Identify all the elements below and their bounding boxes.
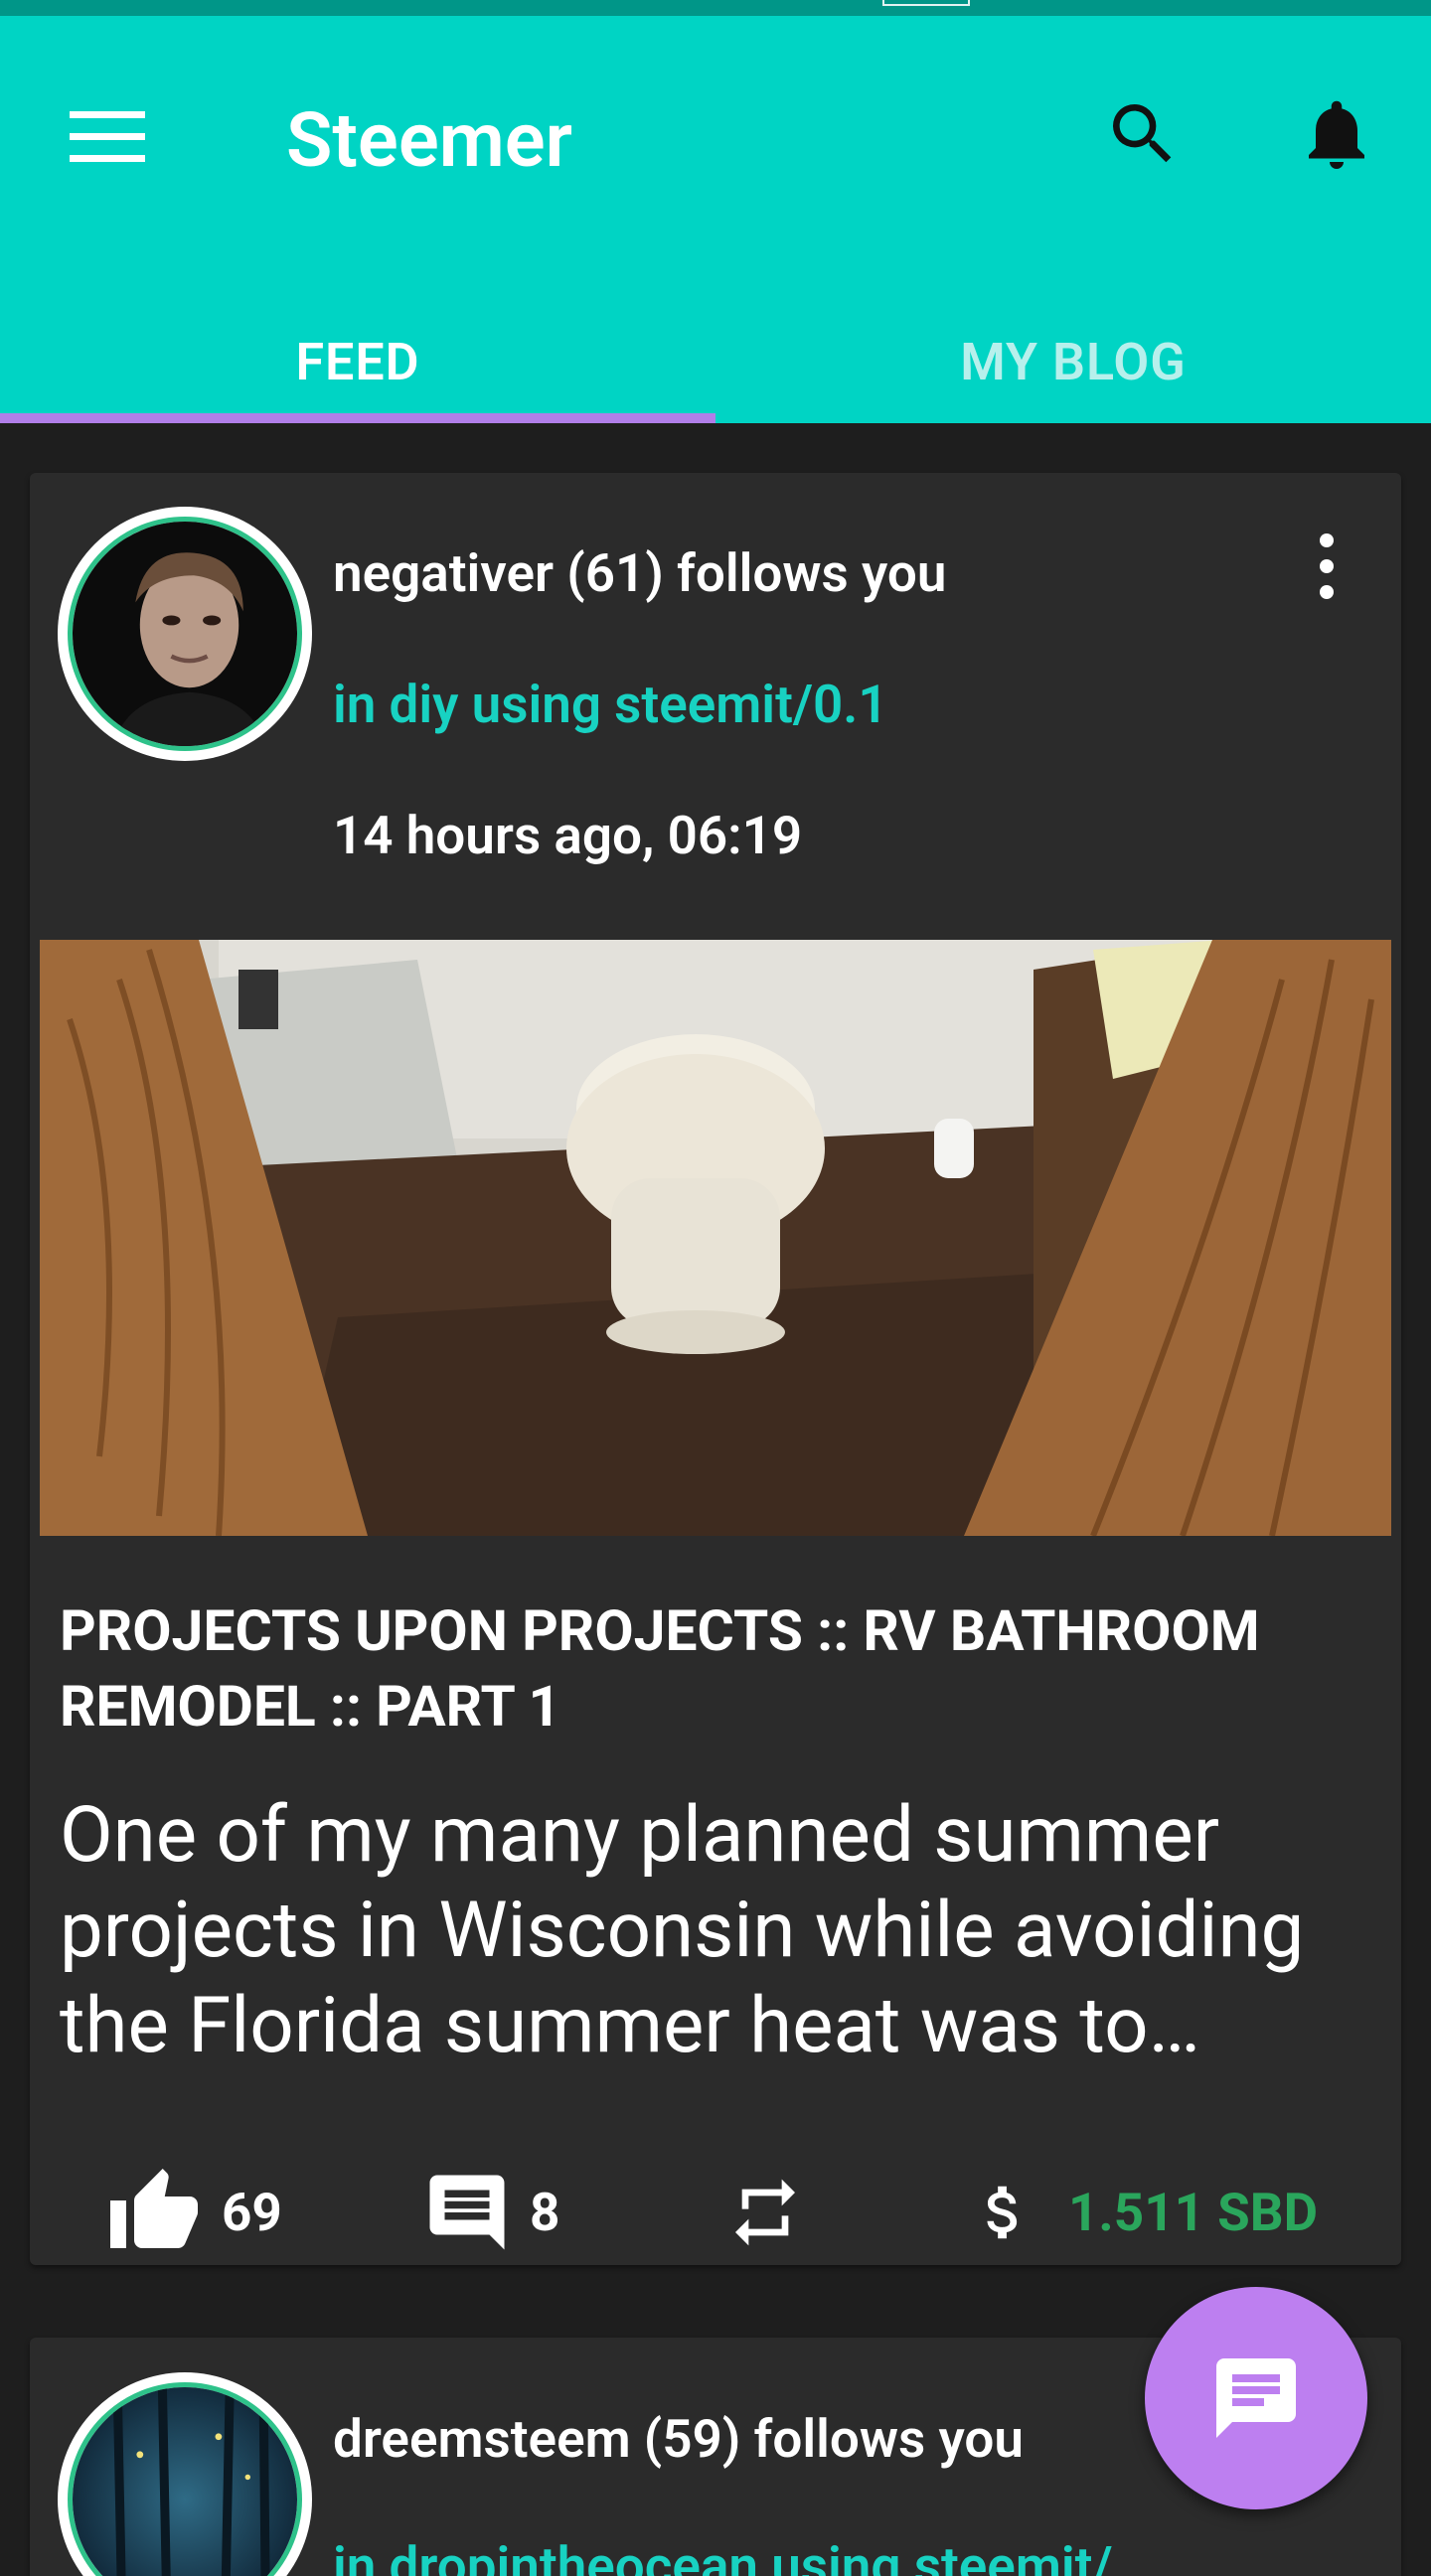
payout-action[interactable]: 1.511 SBD <box>969 2158 1318 2267</box>
upvote-action[interactable]: 69 <box>104 2158 282 2267</box>
post-title[interactable]: PROJECTS UPON PROJECTS :: RV BATHROOM RE… <box>60 1593 1371 1744</box>
post-excerpt[interactable]: One of my many planned summer projects i… <box>60 1788 1391 2074</box>
app-title: Steemer <box>286 95 572 185</box>
avatar[interactable] <box>58 507 312 761</box>
repeat-icon <box>735 2179 795 2246</box>
menu-icon <box>70 111 145 162</box>
thumb-up-icon <box>110 2169 198 2248</box>
dollar-icon <box>987 2186 1018 2239</box>
bathroom-photo <box>40 940 1391 1536</box>
comment-icon <box>429 2175 505 2250</box>
tab-indicator <box>0 413 716 423</box>
post-category[interactable]: in dropintheocean using steemit/ <box>333 2535 1113 2576</box>
app-bar: Steemer FEED MY BLOG <box>0 16 1431 423</box>
more-vert-icon <box>1320 533 1334 547</box>
avatar-image <box>73 2387 297 2576</box>
compose-fab[interactable] <box>1145 2287 1367 2509</box>
post-author[interactable]: negativer (61) follows you <box>333 542 946 604</box>
upvote-count: 69 <box>222 2182 282 2243</box>
status-bar <box>0 0 1431 16</box>
bell-icon <box>1309 100 1364 169</box>
comment-count: 8 <box>530 2182 560 2243</box>
more-options-button[interactable] <box>1292 517 1361 616</box>
post-image[interactable] <box>40 940 1391 1536</box>
resteem-action[interactable] <box>725 2158 805 2267</box>
avatar-image <box>73 522 297 746</box>
search-icon <box>1113 104 1172 163</box>
menu-button[interactable] <box>60 87 159 187</box>
post-time: 14 hours ago, 06:19 <box>333 805 803 866</box>
search-button[interactable] <box>1093 79 1192 189</box>
post-category[interactable]: in diy using steemit/0.1 <box>333 674 888 735</box>
payout-value: 1.511 SBD <box>1068 2182 1319 2243</box>
notifications-button[interactable] <box>1287 79 1386 189</box>
post-author[interactable]: dreemsteem (59) follows you <box>333 2408 1024 2470</box>
tab-my-blog[interactable]: MY BLOG <box>716 284 1431 439</box>
comments-action[interactable]: 8 <box>422 2158 559 2267</box>
chat-icon <box>1216 2358 1296 2438</box>
